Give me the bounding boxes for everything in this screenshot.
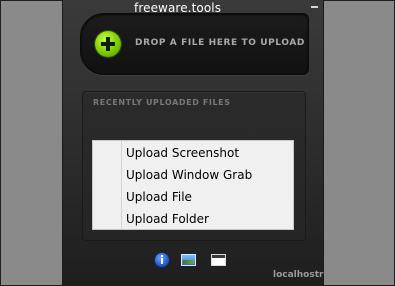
- window-icon[interactable]: [211, 254, 226, 266]
- minimize-button[interactable]: [310, 3, 320, 9]
- menu-item-upload-folder[interactable]: Upload Folder: [93, 208, 293, 230]
- menu-item-upload-window-grab[interactable]: Upload Window Grab: [93, 164, 293, 186]
- menu-item-label: Upload Folder: [126, 212, 209, 226]
- drop-zone-label: DROP A FILE HERE TO UPLOAD: [135, 38, 305, 48]
- menu-item-label: Upload Window Grab: [126, 168, 253, 182]
- menu-item-upload-file[interactable]: Upload File: [93, 186, 293, 208]
- plus-icon[interactable]: [95, 31, 121, 57]
- menu-item-label: Upload File: [126, 190, 192, 204]
- recent-files-title: RECENTLY UPLOADED FILES: [93, 98, 231, 107]
- menu-item-label: Upload Screenshot: [126, 146, 240, 160]
- menu-item-upload-screenshot[interactable]: Upload Screenshot: [93, 142, 293, 164]
- info-icon[interactable]: [155, 253, 169, 267]
- brand-logo-text: localhostr: [273, 270, 324, 280]
- image-icon[interactable]: [181, 254, 196, 266]
